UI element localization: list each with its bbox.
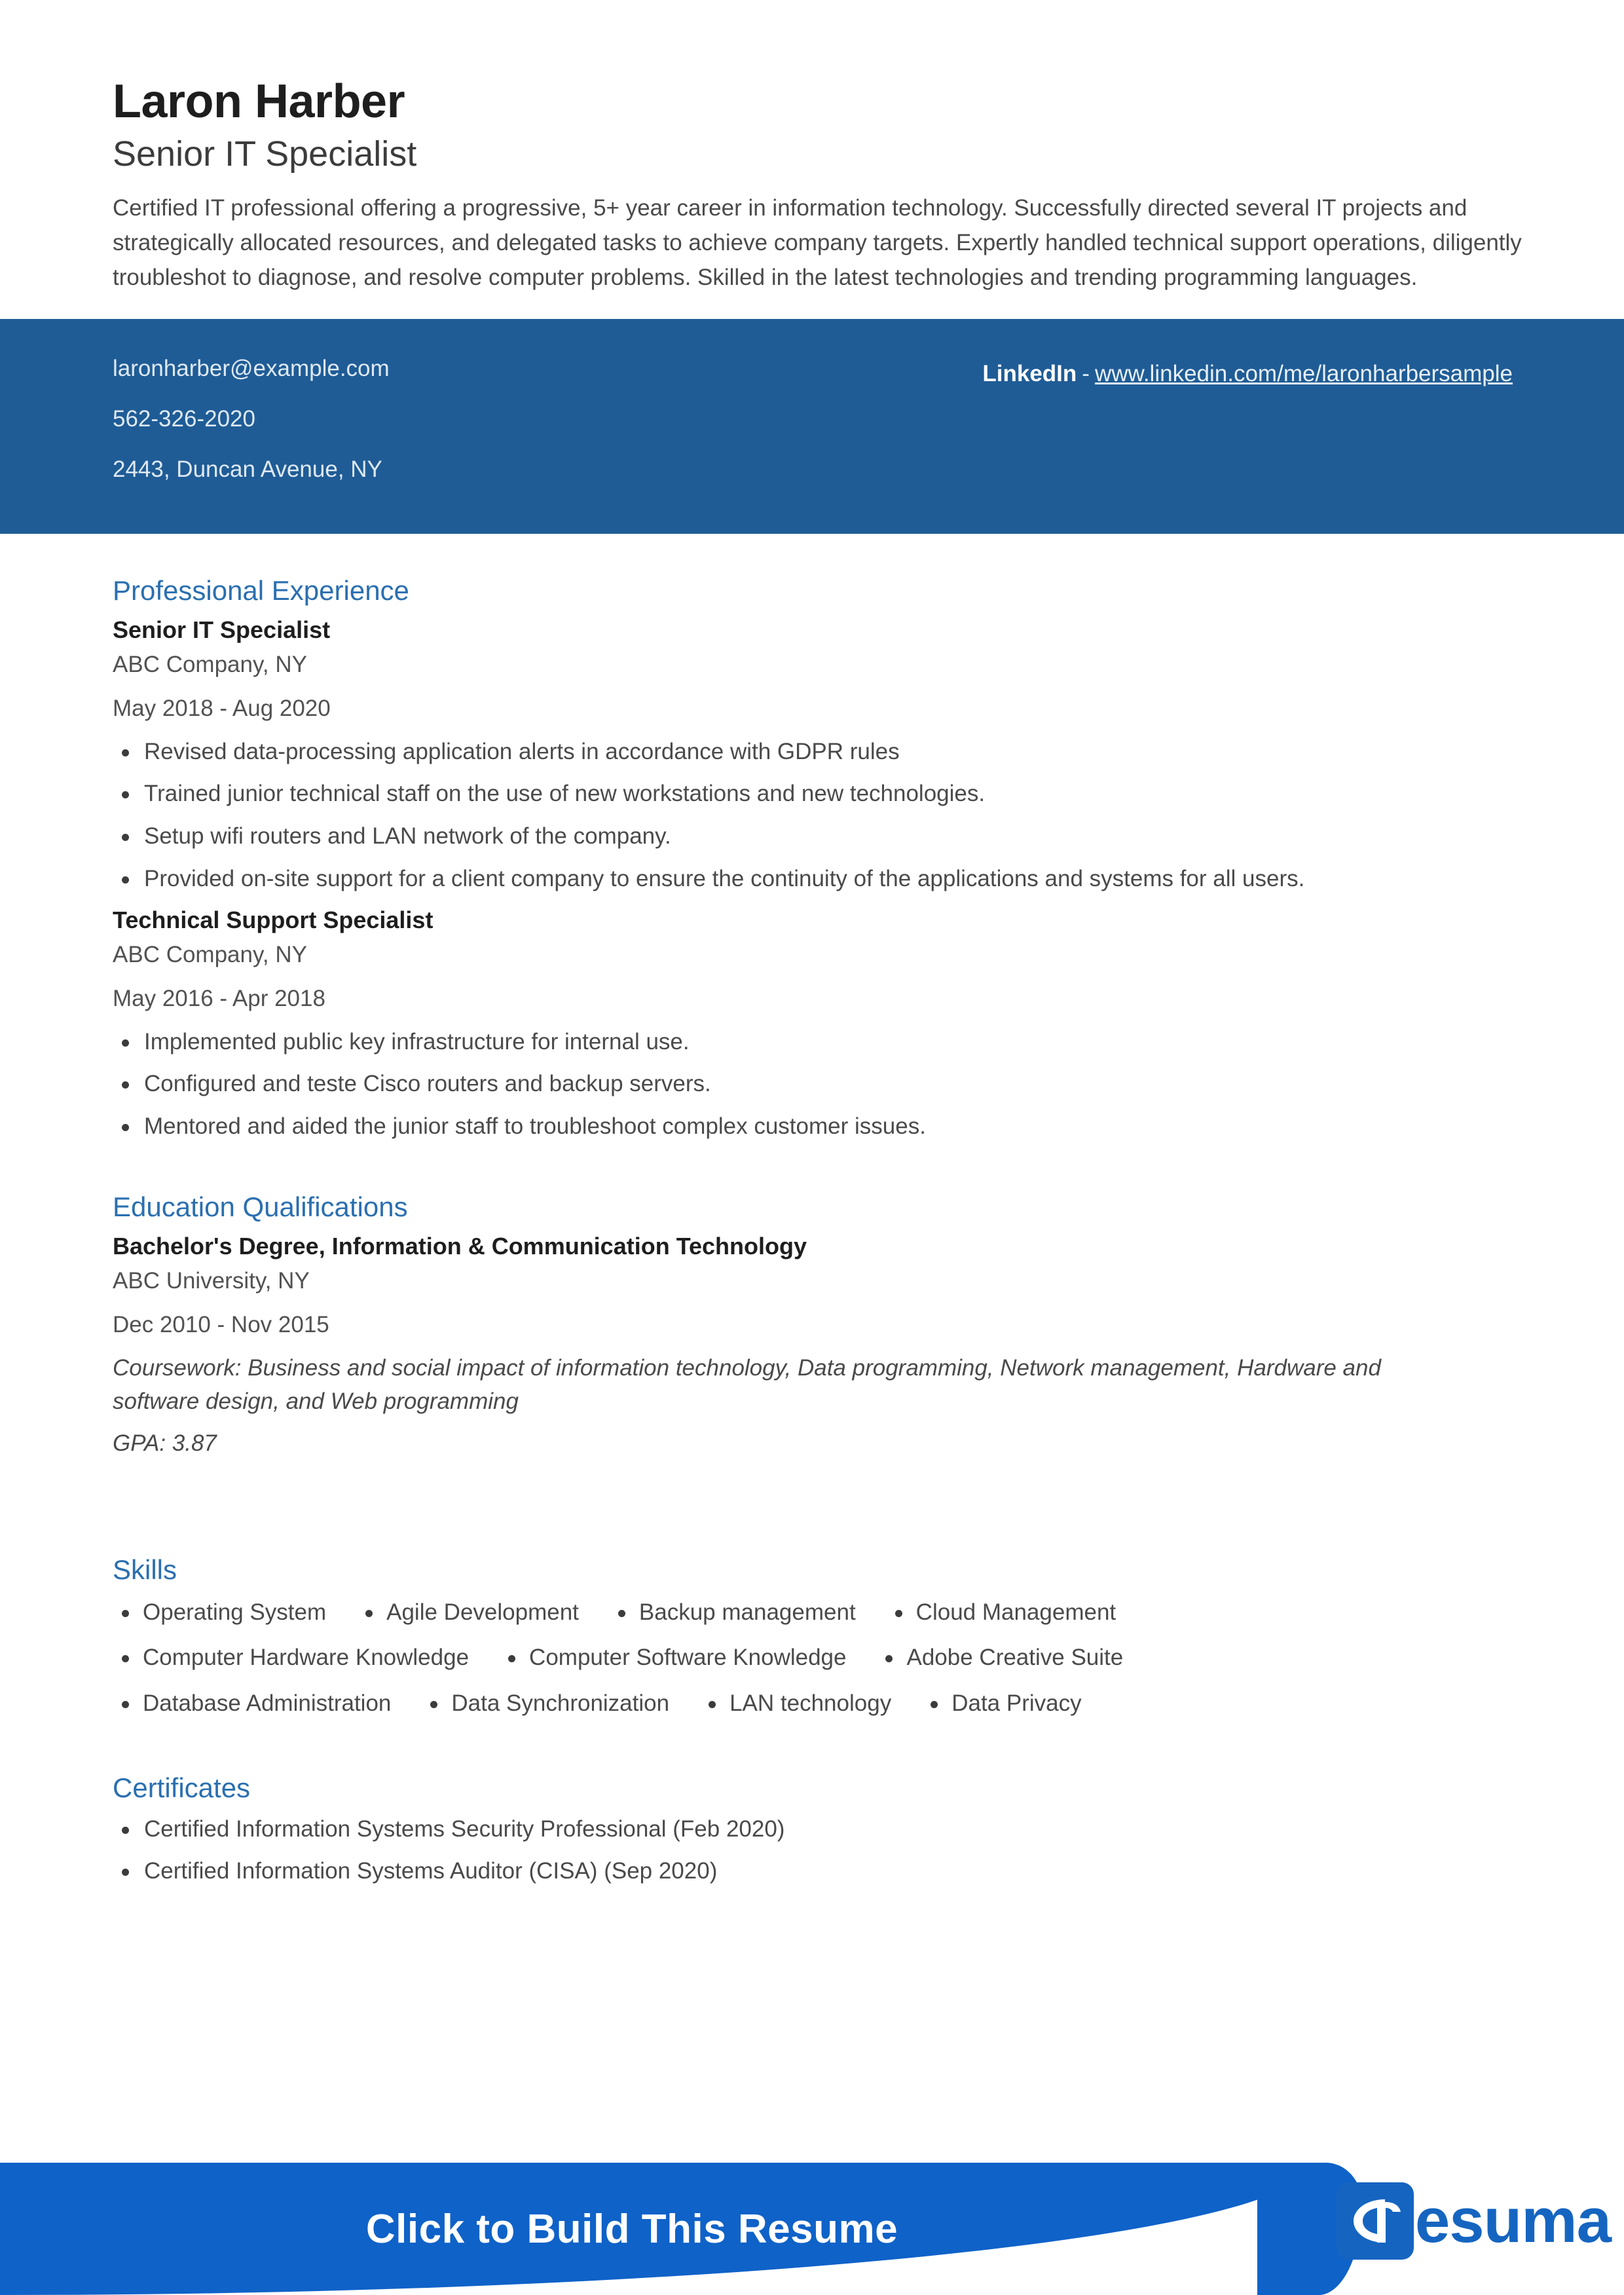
linkedin-label: LinkedIn <box>982 360 1077 386</box>
skill-item: Operating System <box>113 1597 356 1628</box>
resume-page: Laron Harber Senior IT Specialist Certif… <box>0 0 1624 2295</box>
list-item: Configured and teste Cisco routers and b… <box>113 1068 1526 1101</box>
experience-role: Technical Support Specialist <box>113 906 434 933</box>
experience-company: ABC Company, NY <box>113 941 307 967</box>
contact-address: 2443, Duncan Avenue, NY <box>113 456 382 482</box>
skill-item: Backup management <box>609 1597 886 1628</box>
build-resume-button[interactable]: Click to Build This Resume <box>0 2163 1264 2295</box>
experience-bullet-list: Implemented public key infrastructure fo… <box>113 1026 1526 1144</box>
section-title-education: Education Qualifications <box>113 1191 408 1222</box>
list-item: Revised data-processing application aler… <box>113 736 1526 769</box>
experience-dates: May 2016 - Apr 2018 <box>113 986 325 1012</box>
education-dates: Dec 2010 - Nov 2015 <box>113 1312 329 1338</box>
list-item: Provided on-site support for a client co… <box>113 863 1526 896</box>
skill-item: Adobe Creative Suite <box>876 1643 1153 1673</box>
cresuma-logo[interactable]: esuma <box>1336 2182 1612 2260</box>
education-school: ABC University, NY <box>113 1267 310 1294</box>
professional-summary: Certified IT professional offering a pro… <box>113 195 1522 291</box>
experience-role: Senior IT Specialist <box>113 616 331 643</box>
experience-dates: May 2018 - Aug 2020 <box>113 696 331 722</box>
experience-entry: Senior IT Specialist ABC Company, NY May… <box>113 615 1526 896</box>
resume-body: Professional Experience Senior IT Specia… <box>0 534 1624 1888</box>
skill-item: Data Synchronization <box>421 1689 699 1719</box>
section-title-skills: Skills <box>113 1554 177 1586</box>
list-item: Setup wifi routers and LAN network of th… <box>113 820 1526 853</box>
list-item: Trained junior technical staff on the us… <box>113 777 1526 811</box>
linkedin-separator: - <box>1082 360 1090 386</box>
contact-bar: laronharber@example.com 562-326-2020 244… <box>0 318 1624 534</box>
section-skills: Skills Operating System Agile Developmen… <box>113 1554 1526 1718</box>
section-title-certificates: Certificates <box>113 1772 251 1804</box>
skills-grid: Operating System Agile Development Backu… <box>113 1597 1526 1719</box>
experience-company: ABC Company, NY <box>113 651 307 677</box>
list-item: Certified Information Systems Auditor (C… <box>113 1855 1526 1888</box>
skill-item: Computer Hardware Knowledge <box>113 1643 499 1673</box>
skills-row: Computer Hardware Knowledge Computer Sof… <box>113 1643 1526 1673</box>
resume-header: Laron Harber Senior IT Specialist Certif… <box>0 0 1624 295</box>
skill-item: Agile Development <box>356 1597 609 1628</box>
section-professional-experience: Professional Experience Senior IT Specia… <box>113 574 1526 1144</box>
list-item: Mentored and aided the junior staff to t… <box>113 1110 1526 1144</box>
experience-entry: Technical Support Specialist ABC Company… <box>113 905 1526 1144</box>
education-gpa: GPA: 3.87 <box>113 1430 217 1457</box>
cresuma-logo-mark-icon <box>1336 2182 1414 2260</box>
section-title-experience: Professional Experience <box>113 574 409 606</box>
contact-phone[interactable]: 562-326-2020 <box>113 407 390 430</box>
linkedin-url-link[interactable]: www.linkedin.com/me/laronharbersample <box>1095 361 1513 386</box>
skill-item: Data Privacy <box>921 1689 1111 1719</box>
skills-row: Database Administration Data Synchroniza… <box>113 1689 1526 1719</box>
candidate-job-title: Senior IT Specialist <box>113 134 417 174</box>
list-item: Implemented public key infrastructure fo… <box>113 1026 1526 1059</box>
skill-item: Computer Software Knowledge <box>499 1643 876 1673</box>
skill-item: LAN technology <box>699 1689 921 1719</box>
contact-details: laronharber@example.com 562-326-2020 244… <box>113 357 390 508</box>
linkedin-block: LinkedIn - www.linkedin.com/me/laronharber… <box>982 361 1513 387</box>
footer-banner: Click to Build This Resume esuma <box>0 2148 1624 2295</box>
certificates-list: Certified Information Systems Security P… <box>113 1813 1526 1889</box>
list-item: Certified Information Systems Security P… <box>113 1813 1526 1846</box>
skill-item: Cloud Management <box>886 1597 1146 1628</box>
section-education: Education Qualifications Bachelor's Degr… <box>113 1191 1526 1461</box>
section-certificates: Certificates Certified Information Syste… <box>113 1772 1526 1888</box>
cresuma-logo-text: esuma <box>1414 2186 1612 2256</box>
contact-email[interactable]: laronharber@example.com <box>113 357 390 380</box>
education-degree: Bachelor's Degree, Information & Communi… <box>113 1233 807 1260</box>
education-coursework: Coursework: Business and social impact o… <box>113 1354 1381 1414</box>
candidate-name: Laron Harber <box>113 75 405 128</box>
experience-bullet-list: Revised data-processing application aler… <box>113 736 1526 896</box>
skill-item: Database Administration <box>113 1689 421 1719</box>
skills-row: Operating System Agile Development Backu… <box>113 1597 1526 1628</box>
